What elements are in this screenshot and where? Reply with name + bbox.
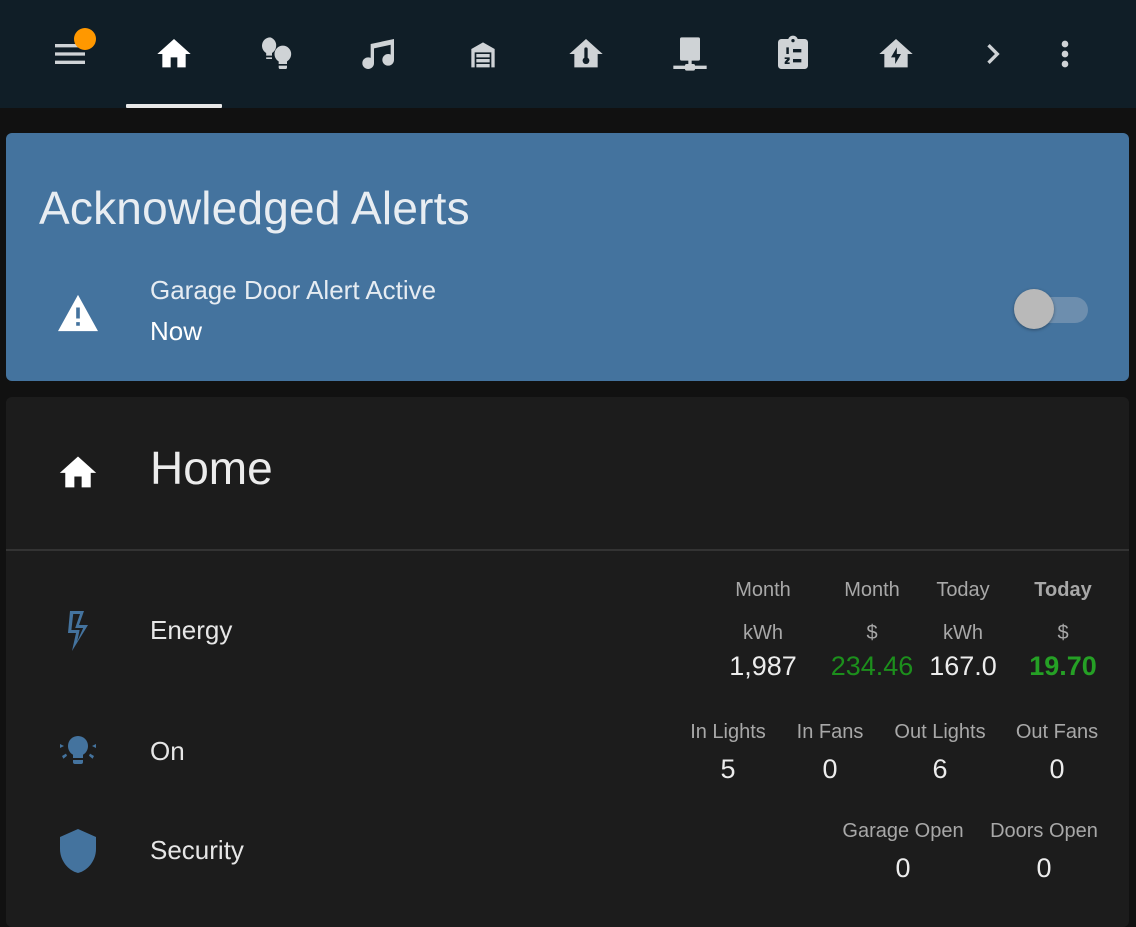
column-unit: $ <box>1057 622 1069 644</box>
in-lights-value: 5 <box>720 754 736 784</box>
energy-today-kwh-value: 167.0 <box>929 651 997 681</box>
clipboard-list-icon <box>778 35 808 69</box>
on-label: On <box>150 736 185 766</box>
energy-label: Energy <box>150 615 233 645</box>
tab-climate[interactable] <box>554 22 618 86</box>
menu-button[interactable] <box>38 22 102 86</box>
column-header: In Fans <box>796 721 864 743</box>
tab-network[interactable] <box>658 22 722 86</box>
dots-vertical-icon <box>1061 40 1069 68</box>
tab-garage[interactable] <box>451 22 515 86</box>
energy-month-kwh[interactable]: Month kWh 1,987 <box>713 579 813 682</box>
out-lights-value: 6 <box>932 754 948 784</box>
alert-acknowledge-toggle[interactable] <box>1014 287 1088 331</box>
tab-energy[interactable] <box>864 22 928 86</box>
garage-icon <box>471 42 495 68</box>
garage-open-value: 0 <box>895 853 911 883</box>
alerts-card-title: Acknowledged Alerts <box>39 182 470 234</box>
column-header: Out Fans <box>1015 721 1099 743</box>
column-header: Doors Open <box>990 820 1098 842</box>
garage-open-count[interactable]: Garage Open 0 <box>838 820 968 884</box>
column-header: In Lights <box>690 721 766 743</box>
alert-time: Now <box>150 316 203 346</box>
lightbulb-group-icon <box>262 37 292 69</box>
shield-icon <box>54 827 102 875</box>
energy-month-cost-value: 234.46 <box>830 651 914 681</box>
energy-today-kwh[interactable]: Today kWh 167.0 <box>918 579 1008 682</box>
home-lightning-icon <box>879 39 913 68</box>
tab-music[interactable] <box>347 22 411 86</box>
toggle-thumb <box>1014 289 1054 329</box>
lightbulb-group-icon <box>54 728 102 776</box>
column-header: Out Lights <box>894 721 986 743</box>
column-unit: kWh <box>743 622 783 644</box>
energy-today-cost-value: 19.70 <box>1029 651 1097 681</box>
active-tab-indicator <box>126 104 222 108</box>
home-thermometer-icon <box>569 39 603 68</box>
chevron-right-icon <box>987 44 1000 64</box>
energy-today-cost[interactable]: Today $ 19.70 <box>1018 579 1108 682</box>
card-divider <box>6 549 1129 551</box>
acknowledged-alerts-card: Acknowledged Alerts Garage Door Alert Ac… <box>6 133 1129 381</box>
column-unit: $ <box>866 622 878 644</box>
energy-month-cost[interactable]: Month $ 234.46 <box>820 579 924 682</box>
column-header: Today <box>1034 579 1092 601</box>
overflow-menu-button[interactable] <box>1033 22 1097 86</box>
alert-name: Garage Door Alert Active <box>150 275 437 305</box>
doors-open-value: 0 <box>1036 853 1052 883</box>
home-card-title: Home <box>150 442 273 494</box>
server-network-icon <box>673 37 707 71</box>
music-icon <box>362 39 394 69</box>
home-icon <box>56 451 100 491</box>
lightning-bolt-icon <box>54 607 102 655</box>
out-fans-count[interactable]: Out Fans 0 <box>1007 721 1107 785</box>
out-fans-value: 0 <box>1049 754 1065 784</box>
column-header: Today <box>936 579 990 601</box>
column-header: Month <box>844 579 900 601</box>
top-app-bar <box>0 0 1136 108</box>
in-fans-value: 0 <box>822 754 838 784</box>
out-lights-count[interactable]: Out Lights 6 <box>885 721 995 785</box>
doors-open-count[interactable]: Doors Open 0 <box>984 820 1104 884</box>
column-header: Month <box>735 579 791 601</box>
tab-lights[interactable] <box>245 22 309 86</box>
alert-icon <box>56 293 100 333</box>
tab-home[interactable] <box>142 22 206 86</box>
home-icon <box>157 39 191 68</box>
in-lights-count[interactable]: In Lights 5 <box>678 721 778 785</box>
energy-month-kwh-value: 1,987 <box>729 651 797 681</box>
more-tabs-button[interactable] <box>961 22 1025 86</box>
security-label: Security <box>150 835 244 865</box>
tab-lists[interactable] <box>761 22 825 86</box>
column-unit: kWh <box>943 622 983 644</box>
in-fans-count[interactable]: In Fans 0 <box>790 721 870 785</box>
home-summary-card: Home Energy Month kWh 1,987 Month $ 234.… <box>6 397 1129 927</box>
column-header: Garage Open <box>842 820 964 842</box>
notification-badge <box>74 28 96 50</box>
